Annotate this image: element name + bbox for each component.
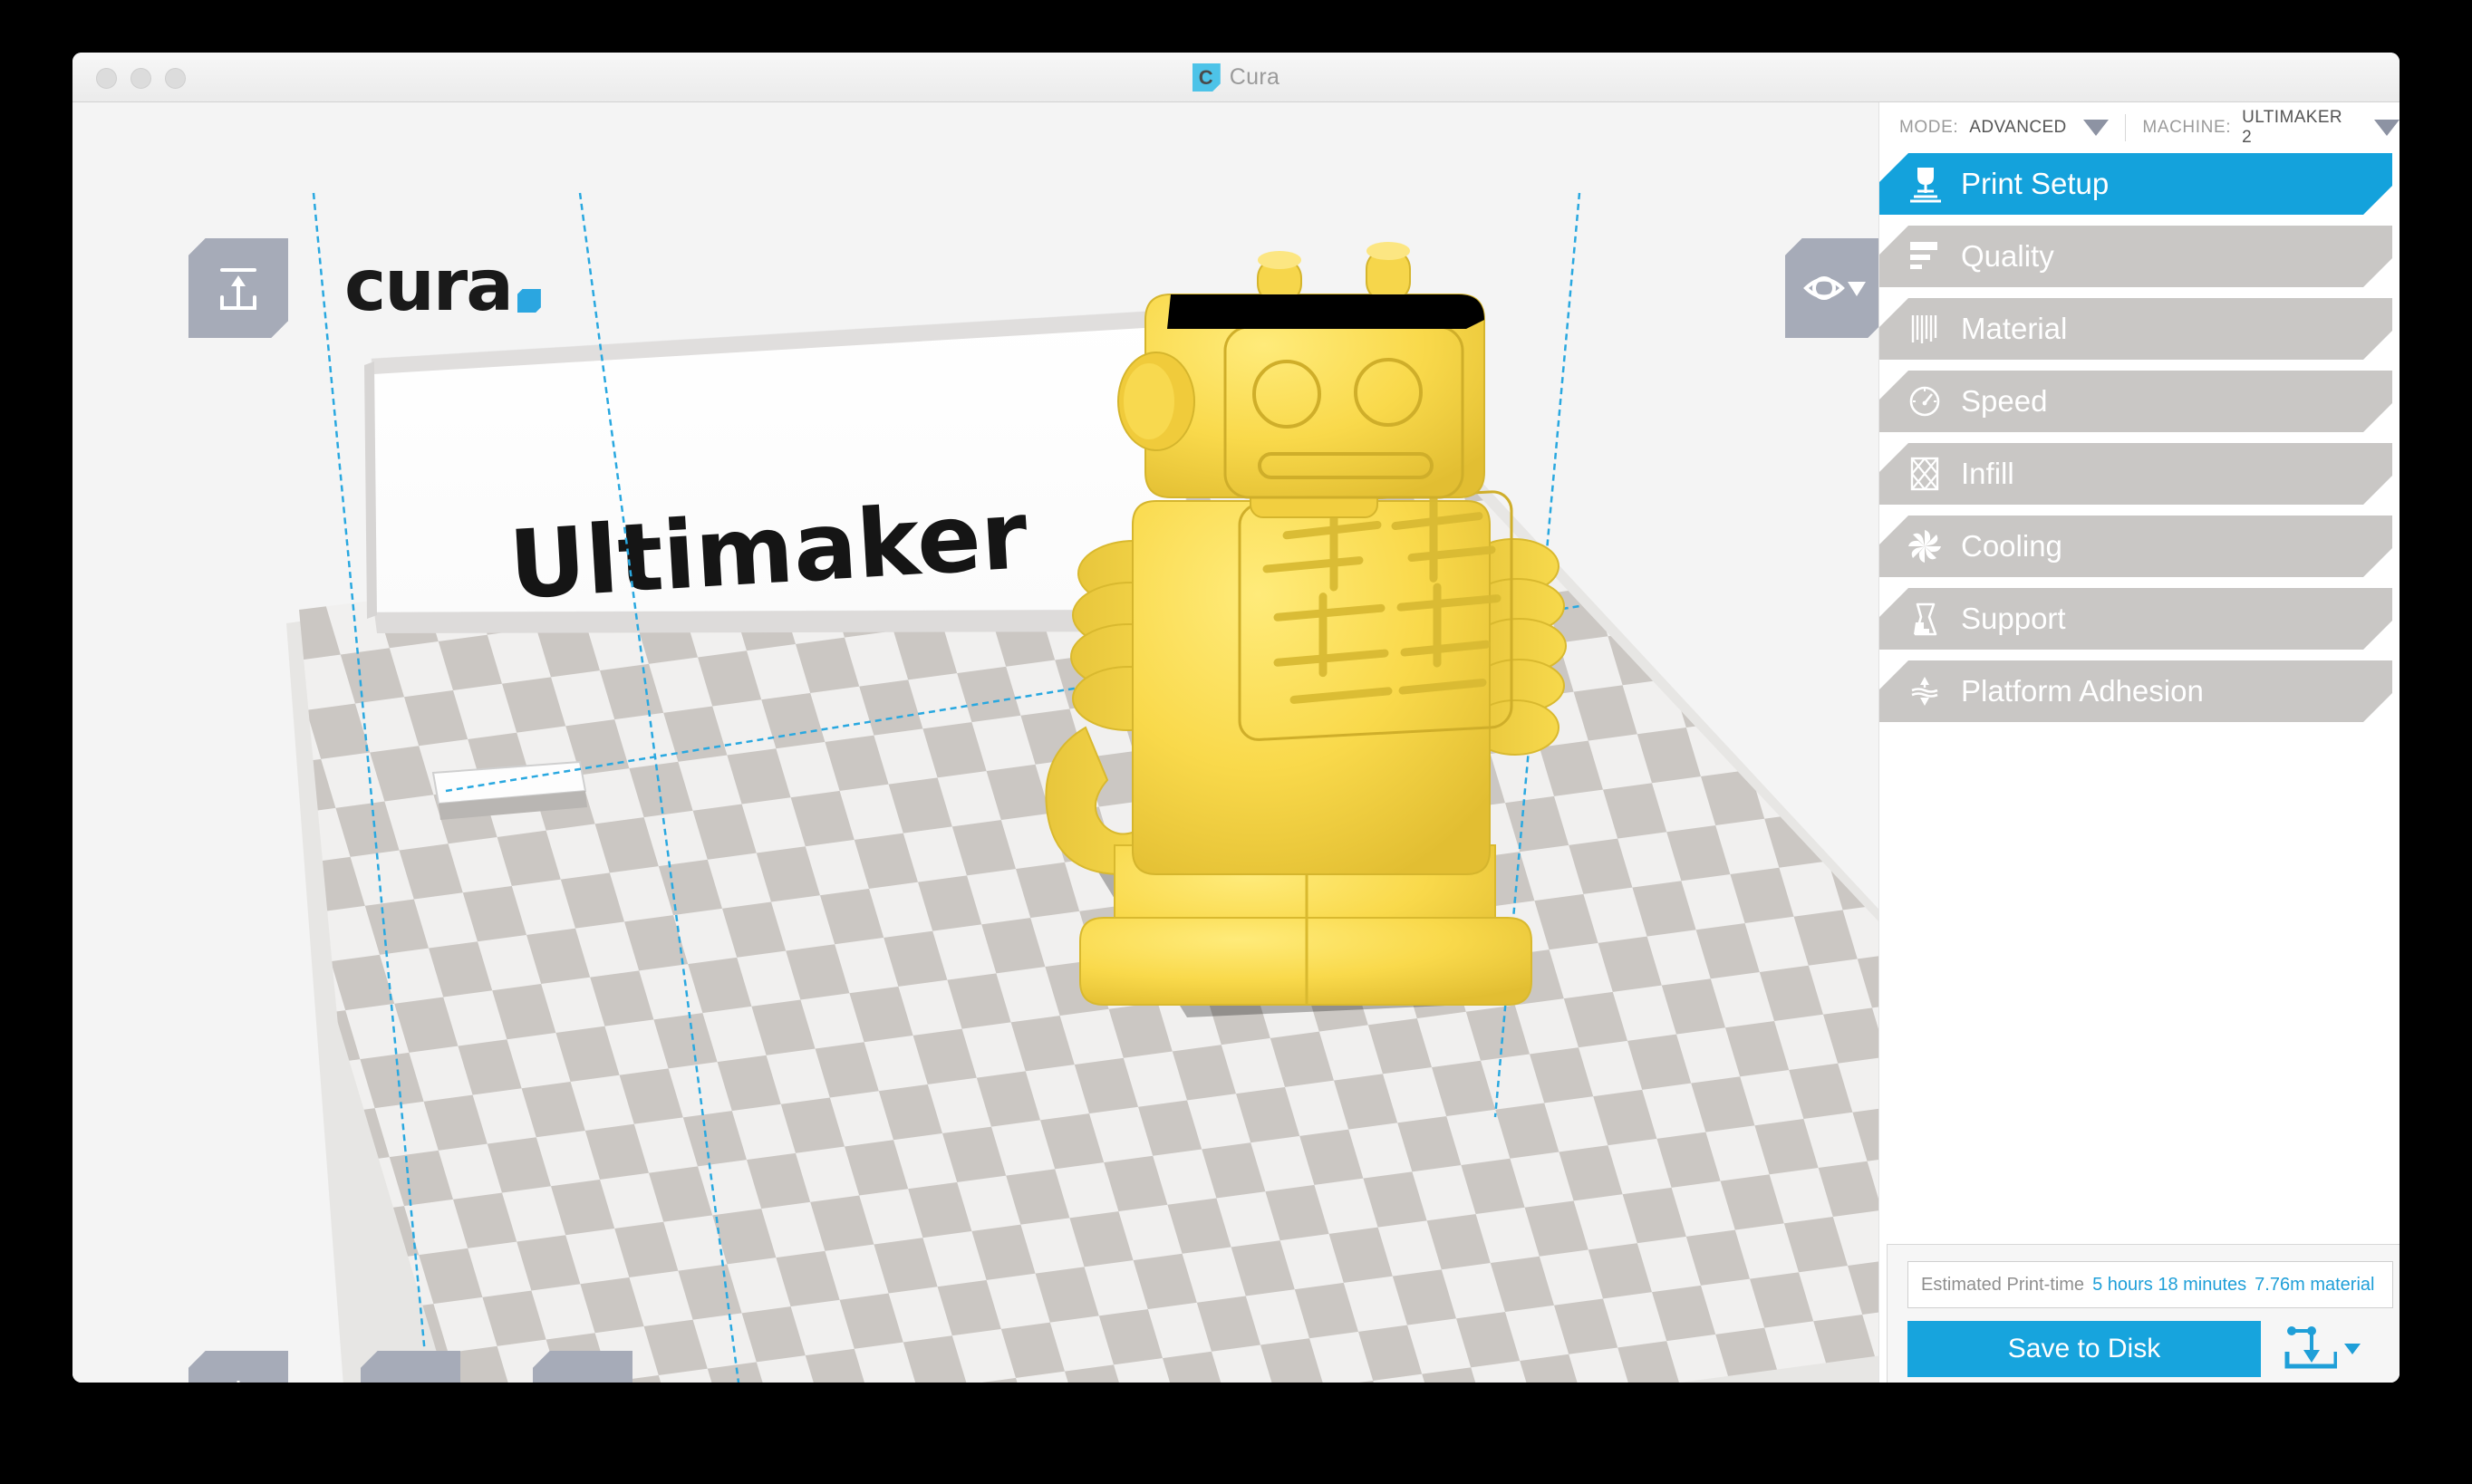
sidebar-label: Infill	[1961, 457, 2014, 490]
cura-window: C Cura Ultimaker cura MODE: ADVANCED MAC…	[72, 53, 2400, 1383]
mode-dropdown-icon[interactable]	[2082, 120, 2109, 136]
print-estimate-box: Estimated Print-time 5 hours 18 minutes …	[1907, 1261, 2393, 1308]
material-icon	[1897, 309, 1952, 349]
sidebar-item-speed[interactable]: Speed	[1879, 371, 2392, 432]
save-options-button[interactable]	[2279, 1321, 2379, 1377]
estimate-material: 7.76m material	[2255, 1274, 2375, 1295]
cura-logo-text: cura	[344, 246, 514, 327]
mirror-icon	[554, 1372, 612, 1383]
machine-value: ULTIMAKER 2	[2242, 108, 2343, 147]
save-to-disk-label: Save to Disk	[2007, 1334, 2161, 1364]
chevron-down-icon[interactable]	[2344, 1344, 2361, 1354]
window-title: Cura	[1229, 64, 1280, 90]
infill-icon	[1897, 454, 1952, 494]
estimate-label: Estimated Print-time	[1921, 1274, 2085, 1295]
cooling-icon	[1897, 525, 1952, 567]
sidebar-label: Speed	[1961, 384, 2048, 418]
action-bar: Estimated Print-time 5 hours 18 minutes …	[1887, 1244, 2400, 1383]
cura-logo-dot	[517, 289, 541, 313]
save-to-disk-icon	[2284, 1326, 2337, 1369]
print-setup-icon	[1897, 162, 1952, 206]
sidebar-label: Support	[1961, 602, 2066, 635]
sidebar-item-support[interactable]: Support	[1879, 588, 2392, 650]
sidebar-label: Cooling	[1961, 529, 2062, 563]
open-file-button[interactable]	[188, 238, 288, 338]
view-mode-button[interactable]	[1785, 238, 1879, 338]
open-file-icon	[220, 268, 256, 310]
rotate-tool-button[interactable]	[361, 1351, 460, 1383]
settings-panel: MODE: ADVANCED MACHINE: ULTIMAKER 2 Prin…	[1878, 102, 2400, 1383]
window-title-group: C Cura	[72, 63, 2400, 92]
sidebar-item-cooling[interactable]: Cooling	[1879, 516, 2392, 577]
sidebar-item-print-setup[interactable]: Print Setup	[1879, 153, 2392, 215]
sidebar-item-quality[interactable]: Quality	[1879, 226, 2392, 287]
save-to-disk-button[interactable]: Save to Disk	[1907, 1321, 2261, 1377]
mode-value: ADVANCED	[1969, 118, 2067, 137]
support-icon	[1897, 599, 1952, 639]
sidebar-label: Quality	[1961, 239, 2054, 273]
sidebar-item-infill[interactable]: Infill	[1879, 443, 2392, 505]
platform-adhesion-icon	[1897, 671, 1952, 711]
eye-icon	[1803, 276, 1866, 300]
rotate-icon	[379, 1372, 442, 1383]
panel-header: MODE: ADVANCED MACHINE: ULTIMAKER 2	[1879, 102, 2400, 153]
speed-icon	[1897, 381, 1952, 421]
sidebar-label: Material	[1961, 312, 2068, 345]
sidebar-label: Print Setup	[1961, 167, 2110, 200]
3d-viewport[interactable]: Ultimaker cura	[72, 102, 1879, 1383]
mirror-tool-button[interactable]	[533, 1351, 632, 1383]
machine-label: MACHINE:	[2142, 118, 2232, 137]
sidebar-label: Platform Adhesion	[1961, 674, 2204, 708]
mode-label: MODE:	[1899, 118, 1959, 137]
header-divider	[2124, 114, 2127, 141]
scale-icon	[237, 1381, 240, 1383]
machine-dropdown-icon[interactable]	[2374, 120, 2400, 136]
cura-logo: cura	[344, 246, 541, 327]
estimate-time: 5 hours 18 minutes	[2092, 1274, 2247, 1295]
sidebar-item-material[interactable]: Material	[1879, 298, 2392, 360]
quality-icon	[1897, 236, 1952, 276]
sidebar-item-platform-adhesion[interactable]: Platform Adhesion	[1879, 660, 2392, 722]
title-bar: C Cura	[72, 53, 2400, 102]
cura-app-icon: C	[1192, 63, 1221, 92]
scale-tool-button[interactable]	[188, 1351, 288, 1383]
